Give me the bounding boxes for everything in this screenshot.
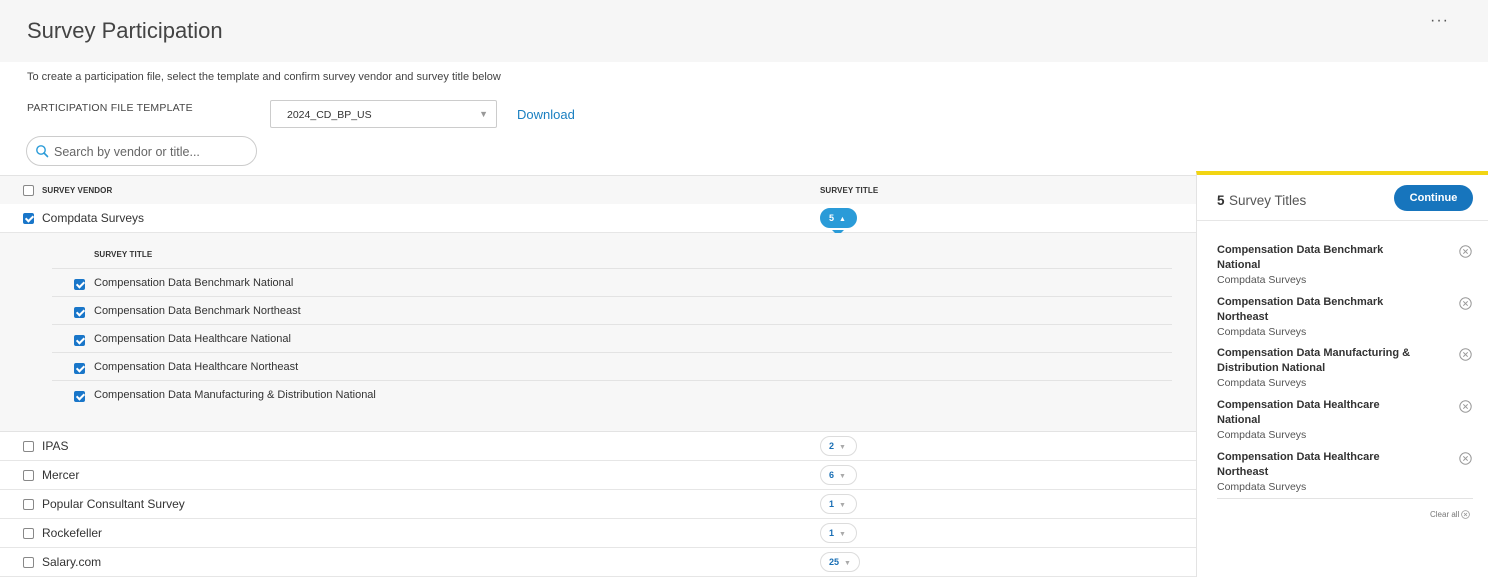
remove-icon[interactable]: [1459, 245, 1472, 258]
vendor-name: IPAS: [42, 439, 69, 453]
title-checkbox[interactable]: [74, 307, 85, 318]
table-header: SURVEY VENDOR SURVEY TITLE: [0, 175, 1196, 205]
chevron-down-icon: ▼: [844, 560, 851, 567]
column-header-title: SURVEY TITLE: [820, 186, 879, 195]
selected-title-item: Compensation Data Benchmark Northeast Co…: [1217, 295, 1477, 339]
selected-title-name: Compensation Data Manufacturing & Distri…: [1217, 347, 1411, 374]
sub-table-header: SURVEY TITLE: [52, 233, 1172, 269]
title-count-toggle[interactable]: 6 ▼: [820, 465, 857, 485]
vendor-name: Salary.com: [42, 555, 102, 569]
title-count: 1: [829, 528, 835, 538]
search-input[interactable]: [54, 142, 249, 162]
selected-title-vendor: Compdata Surveys: [1217, 377, 1307, 389]
vendor-name: Popular Consultant Survey: [42, 497, 185, 511]
selected-title-vendor: Compdata Surveys: [1217, 326, 1307, 338]
remove-icon[interactable]: [1459, 348, 1472, 361]
chevron-up-icon: ▲: [839, 216, 846, 223]
page-header: Survey Participation ···: [0, 0, 1488, 62]
vendor-titles-panel: SURVEY TITLE Compensation Data Benchmark…: [0, 233, 1196, 432]
vendor-checkbox[interactable]: [23, 470, 34, 481]
template-select[interactable]: 2024_CD_BP_US ▼: [270, 100, 497, 128]
more-options-button[interactable]: ···: [1430, 12, 1449, 30]
survey-title-label: Compensation Data Benchmark Northeast: [94, 305, 301, 317]
clear-all-button[interactable]: Clear all: [1430, 510, 1471, 520]
title-count-toggle[interactable]: 1 ▼: [820, 523, 857, 543]
select-all-checkbox[interactable]: [23, 185, 34, 196]
panel-header: 5 Survey Titles Continue: [1197, 175, 1488, 221]
template-label: PARTICIPATION FILE TEMPLATE: [27, 102, 193, 114]
panel-title: Survey Titles: [1229, 193, 1307, 208]
sub-column-header-title: SURVEY TITLE: [94, 250, 153, 259]
page-title: Survey Participation: [27, 18, 223, 43]
vendor-checkbox[interactable]: [23, 499, 34, 510]
title-checkbox[interactable]: [74, 391, 85, 402]
survey-title-label: Compensation Data Healthcare Northeast: [94, 361, 299, 373]
title-count: 5: [829, 213, 835, 223]
selected-title-item: Compensation Data Manufacturing & Distri…: [1217, 346, 1477, 390]
title-checkbox[interactable]: [74, 335, 85, 346]
panel-divider: [1217, 498, 1473, 499]
vendor-checkbox[interactable]: [23, 441, 34, 452]
selected-titles-panel: 5 Survey Titles Continue Compensation Da…: [1196, 171, 1488, 577]
download-link[interactable]: Download: [517, 107, 575, 122]
chevron-down-icon: ▼: [839, 473, 846, 480]
remove-icon[interactable]: [1459, 297, 1472, 310]
survey-title-row[interactable]: Compensation Data Healthcare Northeast: [52, 353, 1172, 381]
selected-count: 5: [1217, 193, 1225, 208]
survey-title-row[interactable]: Compensation Data Benchmark Northeast: [52, 297, 1172, 325]
vendor-row-popular-consultant[interactable]: Popular Consultant Survey 1 ▼: [0, 490, 1196, 519]
selected-title-vendor: Compdata Surveys: [1217, 274, 1307, 286]
selected-title-name: Compensation Data Healthcare Northeast: [1217, 451, 1380, 478]
selected-title-name: Compensation Data Benchmark National: [1217, 244, 1384, 271]
title-count-toggle[interactable]: 2 ▼: [820, 436, 857, 456]
column-header-vendor: SURVEY VENDOR: [42, 186, 113, 195]
selected-title-item: Compensation Data Benchmark National Com…: [1217, 243, 1477, 287]
continue-button[interactable]: Continue: [1394, 185, 1473, 211]
title-count: 1: [829, 499, 835, 509]
vendor-row-rockefeller[interactable]: Rockefeller 1 ▼: [0, 519, 1196, 548]
vendor-row-mercer[interactable]: Mercer 6 ▼: [0, 461, 1196, 490]
survey-title-label: Compensation Data Manufacturing & Distri…: [94, 389, 376, 401]
survey-title-label: Compensation Data Benchmark National: [94, 277, 294, 289]
search-box[interactable]: [26, 136, 257, 166]
selected-title-name: Compensation Data Benchmark Northeast: [1217, 296, 1384, 323]
vendor-row-ipas[interactable]: IPAS 2 ▼: [0, 432, 1196, 461]
survey-title-label: Compensation Data Healthcare National: [94, 333, 291, 345]
title-checkbox[interactable]: [74, 279, 85, 290]
vendor-name: Compdata Surveys: [42, 211, 145, 225]
selected-title-item: Compensation Data Healthcare National Co…: [1217, 398, 1477, 442]
remove-icon[interactable]: [1459, 452, 1472, 465]
survey-title-row[interactable]: Compensation Data Benchmark National: [52, 269, 1172, 297]
title-count: 25: [829, 557, 840, 567]
vendor-row-salary-com[interactable]: Salary.com 25 ▼: [0, 548, 1196, 577]
survey-title-row[interactable]: Compensation Data Healthcare National: [52, 325, 1172, 353]
vendor-name: Rockefeller: [42, 526, 103, 540]
vendor-checkbox[interactable]: [23, 213, 34, 224]
chevron-down-icon: ▼: [839, 502, 846, 509]
vendor-name: Mercer: [42, 468, 80, 482]
chevron-down-icon: ▼: [839, 531, 846, 538]
selected-title-item: Compensation Data Healthcare Northeast C…: [1217, 450, 1477, 494]
template-select-value: 2024_CD_BP_US: [287, 109, 372, 121]
selected-title-name: Compensation Data Healthcare National: [1217, 399, 1380, 426]
selected-title-vendor: Compdata Surveys: [1217, 429, 1307, 441]
title-count: 6: [829, 470, 835, 480]
title-count: 2: [829, 441, 835, 451]
chevron-down-icon: ▼: [839, 444, 846, 451]
chevron-down-icon: ▼: [479, 109, 488, 119]
title-count-toggle[interactable]: 1 ▼: [820, 494, 857, 514]
close-circle-icon: [1461, 510, 1471, 520]
title-checkbox[interactable]: [74, 363, 85, 374]
intro-text: To create a participation file, select t…: [27, 71, 501, 83]
clear-all-label: Clear all: [1430, 510, 1460, 519]
vendor-checkbox[interactable]: [23, 557, 34, 568]
remove-icon[interactable]: [1459, 400, 1472, 413]
title-count-toggle[interactable]: 25 ▼: [820, 552, 860, 572]
survey-title-row[interactable]: Compensation Data Manufacturing & Distri…: [52, 381, 1172, 409]
vendor-checkbox[interactable]: [23, 528, 34, 539]
vendor-row-compdata[interactable]: Compdata Surveys 5 ▲: [0, 204, 1196, 236]
selected-title-vendor: Compdata Surveys: [1217, 481, 1307, 493]
search-icon: [36, 145, 49, 158]
title-count-toggle[interactable]: 5 ▲: [820, 208, 857, 228]
